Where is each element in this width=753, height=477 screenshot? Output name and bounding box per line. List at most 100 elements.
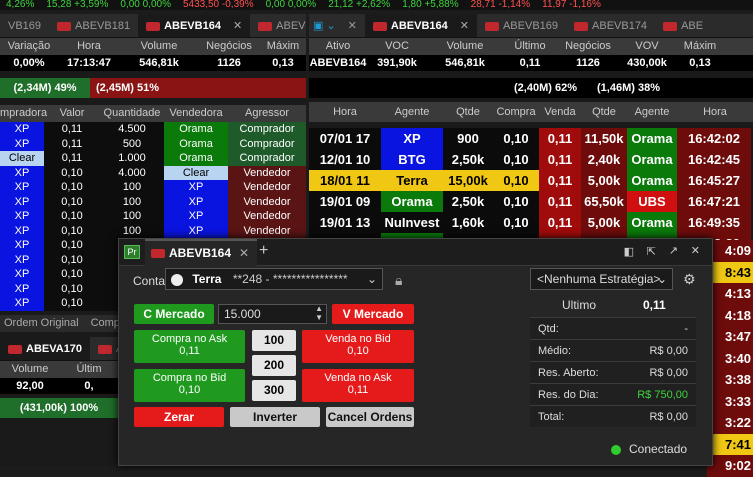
ticker-item: 11,97 -1,16% [542,0,601,10]
table-cell: XP [0,252,44,267]
col-agente: Agente [394,106,430,118]
stat-value: - [684,323,688,335]
col-qtde: Qtde [456,106,480,118]
stat-row: Total: R$ 0,00 [530,405,696,427]
ticker-strip: 4,26% 15,28 +3,59% 0,00 0,00% 5433,50 -0,39… [0,0,753,10]
panel-menu-icon[interactable]: ▣ ⌄ [309,14,340,37]
book-cell: 07/01 17 [309,128,381,149]
book-cell: 5,00k [581,170,627,191]
stat-value: R$ 0,00 [649,345,688,357]
book-row[interactable]: 19/01 13 NuInvest 1,60k 0,10 0,11 5,00k Orama 1… [309,212,753,233]
close-icon[interactable]: ✕ [691,244,700,257]
table-cell: XP [0,122,44,137]
book-row[interactable]: 07/01 17 XP 900 0,10 0,11 11,50k Orama 16:42:02 [309,128,753,149]
table-row[interactable]: XP0,10100XPVendedor [0,180,306,195]
dock-icon[interactable]: ◧ [624,245,634,258]
quantity-value: 15.000 [224,307,261,321]
book-row[interactable]: 18/01 11 Terra 15,00k 0,10 0,11 5,00k Orama 16:… [309,170,753,191]
table-row[interactable]: XP 0,11 500 Orama Comprador [0,136,306,151]
table-row[interactable]: XP0,10100XPVendedor [0,209,306,224]
qty-preset-300[interactable]: 300 [252,380,296,401]
side-time: 8:43 [707,261,753,283]
tab-label: ABE [681,20,704,32]
book-cell: 65,50k [581,191,627,212]
cancel-ordens-button[interactable]: Cancel Ordens [326,407,414,427]
lock-icon[interactable]: 🔒︎ [395,272,402,289]
table-row[interactable]: XP 0,11 4.500 Orama Comprador [0,122,306,137]
inverter-button[interactable]: Inverter [230,407,320,427]
ticker-item: 28,71 -1,14% [470,0,531,10]
stat-row: Res. Aberto: R$ 0,00 [530,361,696,383]
table-cell: 0,10 [44,223,100,238]
close-icon[interactable]: ✕ [340,14,365,37]
book-cell: 0,10 [493,149,539,170]
col-compradora: mpradora [0,107,48,119]
quantity-stepper[interactable]: 15.000 ▲ ▼ [218,304,327,324]
conta-select[interactable]: Terra **248 - **************** ⌄ [165,268,383,290]
button-price: 0,11 [347,384,369,396]
book-cell: 16:45:27 [677,170,751,191]
tab-right-2[interactable]: ABEVB169 [477,14,566,37]
table-cell: Orama [164,151,228,166]
book-row[interactable]: 12/01 10 BTG 2,50k 0,10 0,11 2,40k Orama 16:42:… [309,149,753,170]
table-cell: 0,10 [44,252,100,267]
ticker-item: 15,28 +3,59% [46,0,109,10]
side-time: 3:47 [707,326,753,348]
close-icon[interactable]: ✕ [233,20,242,32]
col-hora: Hora [77,40,101,52]
table-row[interactable]: XP 0,10 4.000 Clear Vendedor [0,165,306,180]
tab-right-4[interactable]: ABE [655,14,711,37]
tab-right-3[interactable]: ABEVB174 [566,14,655,37]
side-times-column: 4:09 8:43 4:13 4:18 3:47 3:40 3:38 3:33 3:22 7:41… [707,240,753,477]
table-row[interactable]: XP0,10100XPVendedor [0,223,306,238]
ticker-item: 1,80 +5,88% [402,0,459,10]
book-row[interactable]: 19/01 09 Orama 2,50k 0,10 0,11 65,50k UBS 16:47… [309,191,753,212]
table-cell: Vendedor [228,209,306,224]
table-row[interactable]: Clear 0,11 1.000 Orama Comprador [0,151,306,166]
book-cell: Terra [381,170,443,191]
qty-preset-200[interactable]: 200 [252,355,296,376]
estrategia-select[interactable]: <Nenhuma Estratégia> ⌄ [530,268,673,290]
tab-left-2[interactable]: ABEVB181 [49,14,138,37]
val-ultimo: 0,11 [519,57,541,69]
tab-right-active[interactable]: ABEVB164 ✕ [364,14,477,37]
c-mercado-button[interactable]: C Mercado [134,304,214,324]
venda-no-ask-button[interactable]: Venda no Ask 0,11 [302,369,414,402]
stat-label: Total: [538,411,565,423]
venda-no-bid-button[interactable]: Venda no Bid 0,10 [302,330,414,363]
add-tab-icon[interactable]: + [259,242,268,260]
table-cell: 0,11 [44,122,100,137]
zerar-button[interactable]: Zerar [134,407,224,427]
book-cell: Orama [627,170,677,191]
table-row[interactable]: XP0,10100XPVendedor [0,194,306,209]
close-icon[interactable]: ✕ [239,246,249,260]
book-cell: 0,11 [539,191,581,212]
buy-pressure: (2,34M) 49% [0,78,90,98]
subtab-ordem-original[interactable]: Ordem Original [0,315,83,332]
close-icon[interactable]: ✕ [460,20,469,32]
side-time: 3:40 [707,347,753,369]
tab-left-4[interactable]: ABEVB174 [250,14,306,37]
gear-icon[interactable]: ⚙ [683,271,696,288]
tab-left-active[interactable]: ABEVB164 ✕ [138,14,251,37]
tab-left-1[interactable]: VB169 [0,14,49,37]
dialog-tab-active[interactable]: ABEVB164 ✕ [145,239,257,266]
ticker-item: 4,26% [6,0,35,10]
stepper-arrows-icon[interactable]: ▲ ▼ [315,304,323,322]
qty-preset-100[interactable]: 100 [252,330,296,351]
popout-icon[interactable]: ⇱ [647,245,656,258]
position-summary: Ultimo 0,11 Qtd: - Médio: R$ 0,00 Res. Aberto… [530,295,696,427]
table-cell: XP [164,223,228,238]
col-agressor: Agressor [244,107,290,119]
compra-no-bid-button[interactable]: Compra no Bid 0,10 [134,369,245,402]
tab-bottom-active[interactable]: ABEVA170 [0,337,91,360]
trend-icon[interactable]: ↗ [669,244,678,257]
v-mercado-button[interactable]: V Mercado [332,304,414,324]
conta-name: Terra [192,272,222,286]
sell-pressure: (1,46M) 38% [585,78,753,98]
connected-status-icon [611,445,621,455]
col-ultimo: Último [514,40,546,52]
right-quote-values: ABEVB164 391,90k 546,81k 0,11 1126 430,00k 0,1… [309,55,753,71]
book-cell: 0,10 [493,170,539,191]
compra-no-ask-button[interactable]: Compra no Ask 0,11 [134,330,245,363]
